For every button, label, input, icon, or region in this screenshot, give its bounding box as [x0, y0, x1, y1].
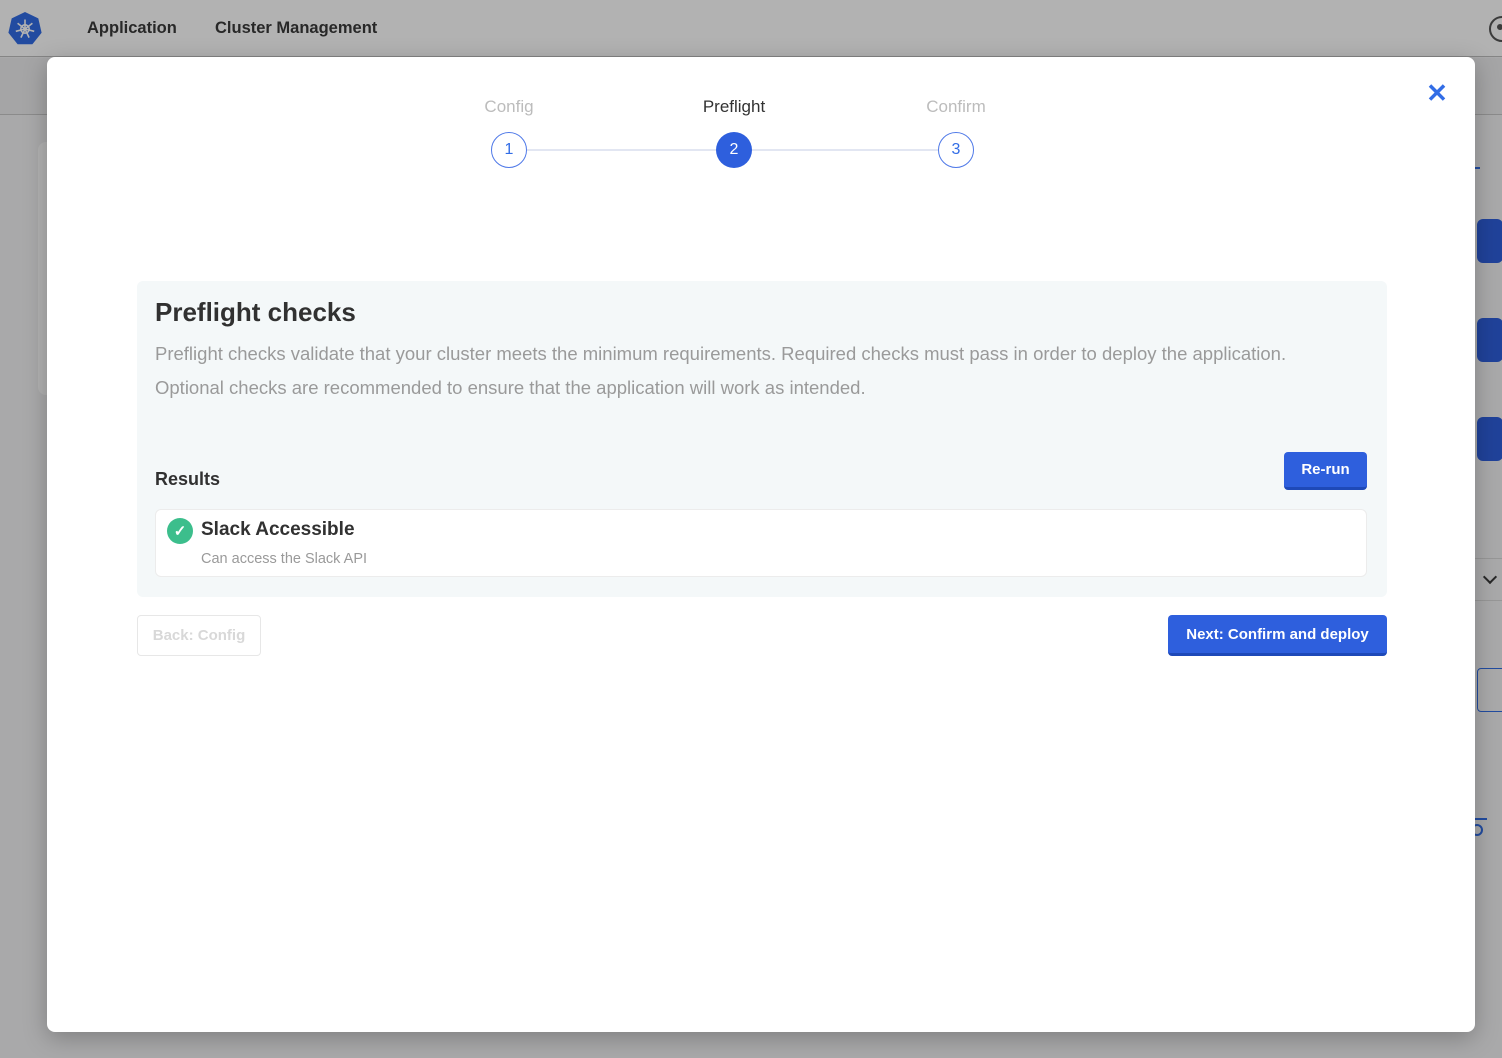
- preflight-modal: ✕ Config Preflight Confirm 1 2 3 Preflig…: [47, 57, 1475, 1032]
- check-title: Slack Accessible: [201, 519, 355, 541]
- step-label-confirm: Confirm: [876, 97, 1036, 117]
- preflight-description: Preflight checks validate that your clus…: [155, 337, 1335, 405]
- check-message: Can access the Slack API: [201, 551, 367, 567]
- step-connector: [527, 149, 716, 151]
- preflight-panel: Preflight checks Preflight checks valida…: [137, 281, 1387, 597]
- step-circle-3: 3: [938, 132, 974, 168]
- back-button[interactable]: Back: Config: [137, 615, 261, 656]
- step-label-preflight: Preflight: [654, 97, 814, 117]
- page-title: Preflight checks: [155, 297, 356, 328]
- next-button[interactable]: Next: Confirm and deploy: [1168, 615, 1387, 656]
- step-circle-2: 2: [716, 132, 752, 168]
- check-result-item: ✓ Slack Accessible Can access the Slack …: [155, 509, 1367, 577]
- step-connector: [752, 149, 938, 151]
- close-icon[interactable]: ✕: [1417, 73, 1457, 113]
- step-circle-1: 1: [491, 132, 527, 168]
- step-label-config: Config: [429, 97, 589, 117]
- rerun-button[interactable]: Re-run: [1284, 452, 1367, 490]
- screen: Application Cluster Management ✕ Config: [0, 0, 1502, 1058]
- results-label: Results: [155, 469, 220, 490]
- check-pass-icon: ✓: [167, 518, 193, 544]
